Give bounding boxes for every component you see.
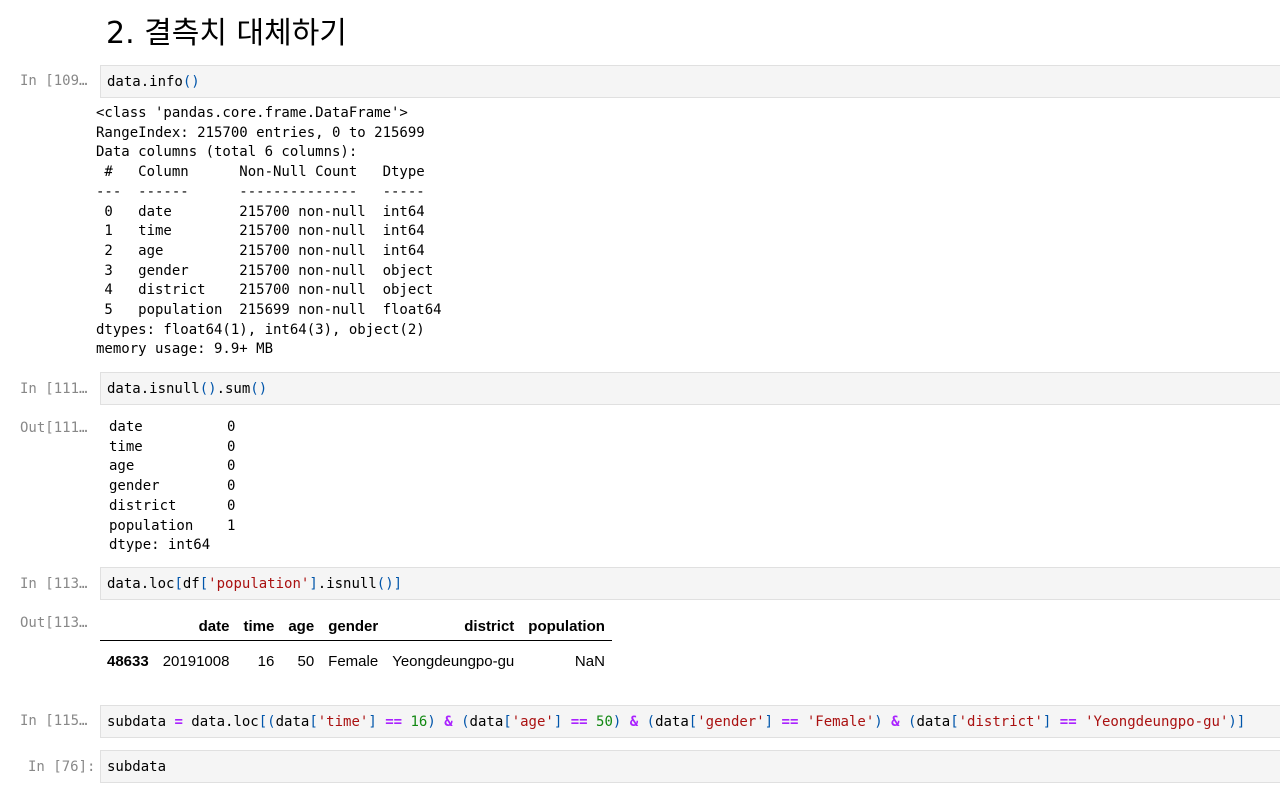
- isnull-output: date 0 time 0 age 0 gender 0 district 0 …: [109, 419, 236, 554]
- code-cell-loc[interactable]: data.loc[df['population'].isnull()]: [100, 567, 1280, 600]
- in-prompt-115: In [115…: [20, 713, 88, 729]
- info-output: <class 'pandas.core.frame.DataFrame'> Ra…: [96, 105, 442, 358]
- column-header: date: [155, 612, 237, 641]
- column-header: population: [521, 612, 612, 641]
- code-line: subdata: [107, 758, 167, 775]
- code-cell-isnull[interactable]: data.isnull().sum(): [100, 372, 1280, 405]
- table-cell: NaN: [574, 652, 605, 670]
- code-line: data.loc[df['population'].isnull()]: [107, 575, 403, 592]
- code-line: data.info(): [107, 73, 200, 90]
- in-prompt-111: In [111…: [20, 381, 88, 397]
- out-prompt-111: Out[111…: [20, 420, 88, 436]
- index-header: [100, 612, 156, 641]
- column-header: district: [385, 612, 522, 641]
- code-cell-info[interactable]: data.info(): [100, 65, 1280, 98]
- code-line: subdata = data.loc[(data['time'] == 16) …: [107, 713, 1246, 730]
- table-cell: Yeongdeungpo-gu: [392, 652, 515, 670]
- column-header: time: [236, 612, 282, 641]
- code-line: data.isnull().sum(): [107, 380, 268, 397]
- table-cell: 50: [297, 652, 315, 670]
- dataframe-body: 48633 20191008 16 50 Female Yeongdeungpo-gu Na…: [100, 641, 612, 682]
- row-index: 48633: [107, 652, 149, 670]
- column-header: age: [281, 612, 322, 641]
- code-cell-subdata[interactable]: subdata: [100, 750, 1280, 783]
- in-prompt-113: In [113…: [20, 576, 88, 592]
- in-prompt-109: In [109…: [20, 73, 88, 89]
- column-header: gender: [321, 612, 386, 641]
- dataframe-header-row: date time age gender district population: [100, 612, 612, 641]
- table-cell: 16: [257, 652, 275, 670]
- dataframe-table: date time age gender district population 4863…: [100, 612, 612, 681]
- code-cell-subdata-assign[interactable]: subdata = data.loc[(data['time'] == 16) …: [100, 705, 1280, 738]
- section-heading: 2. 결측치 대체하기: [106, 16, 347, 51]
- table-row: 48633 20191008 16 50 Female Yeongdeungpo-gu Na…: [100, 641, 612, 682]
- out-prompt-113: Out[113…: [20, 615, 88, 631]
- table-cell: Female: [328, 652, 379, 670]
- table-cell: 20191008: [162, 652, 230, 670]
